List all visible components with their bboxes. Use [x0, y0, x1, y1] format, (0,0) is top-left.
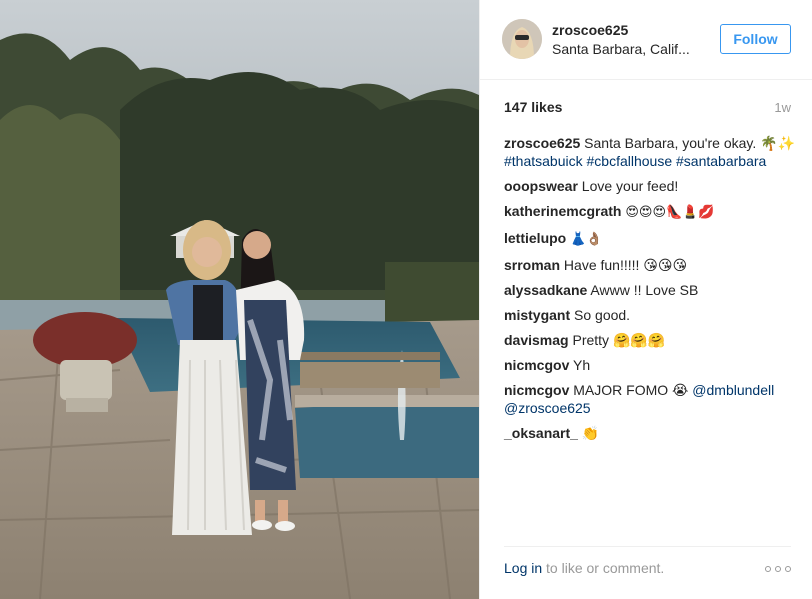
comment-text: Have fun!!!!! 😘😘😘 — [563, 257, 688, 273]
comment-item: srroman Have fun!!!!! 😘😘😘 — [504, 256, 796, 274]
comment-text: Yh — [573, 357, 591, 373]
comment-item: lettielupo 👗👌🏽 — [504, 229, 796, 249]
comment-item: katherinemcgrath 😍😍😍👠💄💋 — [504, 202, 796, 222]
comment-author[interactable]: nicmcgov — [504, 382, 569, 398]
comment-text: MAJOR FOMO 😭 — [573, 382, 689, 398]
likes-count[interactable]: 147 likes — [504, 99, 562, 115]
avatar[interactable] — [502, 19, 542, 59]
post-footer: Log in to like or comment. — [504, 546, 791, 599]
comment-text: 👗👌🏽 — [570, 232, 603, 247]
comment-item: nicmcgov Yh — [504, 356, 796, 374]
comment-item: _oksanart_ 👏 — [504, 424, 796, 442]
mention-link[interactable]: @zroscoe625 — [504, 400, 591, 416]
likes-row: 147 likes 1w — [504, 99, 791, 119]
comment-author[interactable]: ooopswear — [504, 178, 578, 194]
login-prompt-text: to like or comment. — [542, 560, 665, 576]
caption: zroscoe625 Santa Barbara, you're okay. 🌴… — [504, 134, 796, 170]
comment-text: Awww !! Love SB — [590, 282, 699, 298]
caption-text: Santa Barbara, you're okay. 🌴✨ — [584, 135, 795, 151]
hashtag-link[interactable]: #cbcfallhouse — [587, 153, 673, 169]
comment-item: alyssadkane Awww !! Love SB — [504, 281, 796, 299]
post-photo[interactable] — [0, 0, 479, 599]
comment-author[interactable]: srroman — [504, 257, 560, 273]
location-link[interactable]: Santa Barbara, Calif... — [552, 41, 690, 57]
more-options-icon[interactable] — [765, 564, 791, 574]
comment-item: ooopswear Love your feed! — [504, 177, 796, 195]
post-header: zroscoe625 Santa Barbara, Calif... Follo… — [480, 0, 812, 80]
hashtag-link[interactable]: #santabarbara — [676, 153, 766, 169]
comment-text: So good. — [574, 307, 631, 323]
mention-link[interactable]: @dmblundell — [692, 382, 774, 398]
hashtag-link[interactable]: #thatsabuick — [504, 153, 583, 169]
username-link[interactable]: zroscoe625 — [552, 22, 628, 38]
comment-text: Pretty 🤗🤗🤗 — [572, 332, 666, 348]
caption-author[interactable]: zroscoe625 — [504, 135, 580, 151]
post-image — [0, 0, 479, 599]
login-link[interactable]: Log in — [504, 560, 542, 576]
comment-author[interactable]: katherinemcgrath — [504, 203, 621, 219]
comment-item: davismag Pretty 🤗🤗🤗 — [504, 331, 796, 349]
post-timestamp[interactable]: 1w — [774, 100, 791, 115]
comment-author[interactable]: mistygant — [504, 307, 570, 323]
comment-author[interactable]: davismag — [504, 332, 569, 348]
comment-item: mistygant So good. — [504, 306, 796, 324]
follow-button[interactable]: Follow — [720, 24, 791, 54]
comment-text: Love your feed! — [581, 178, 679, 194]
avatar-image — [502, 19, 542, 59]
comment-author[interactable]: lettielupo — [504, 230, 566, 246]
comment-text: 👏 — [581, 425, 600, 441]
comment-author[interactable]: alyssadkane — [504, 282, 587, 298]
comments-list: zroscoe625 Santa Barbara, you're okay. 🌴… — [504, 134, 796, 449]
comment-author[interactable]: _oksanart_ — [504, 425, 578, 441]
login-prompt: Log in to like or comment. — [504, 560, 664, 576]
post-details-panel: zroscoe625 Santa Barbara, Calif... Follo… — [479, 0, 812, 599]
comment-item: nicmcgov MAJOR FOMO 😭 @dmblundell @zrosc… — [504, 381, 796, 417]
comment-text: 😍😍😍👠💄💋 — [625, 205, 715, 220]
comment-author[interactable]: nicmcgov — [504, 357, 569, 373]
